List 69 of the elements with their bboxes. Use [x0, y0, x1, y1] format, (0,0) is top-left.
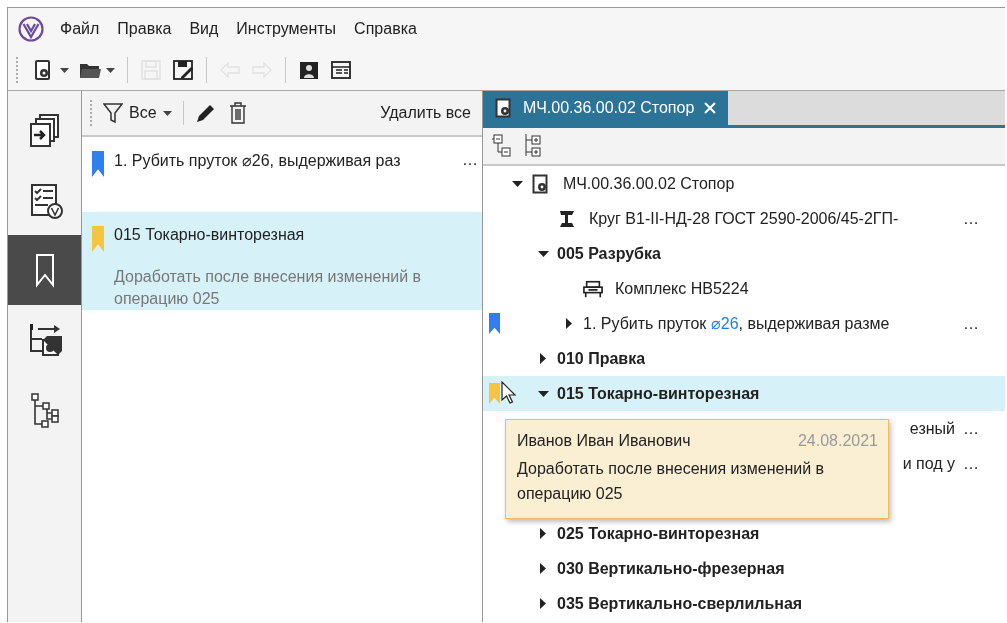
tree-node-label: Круг В1-II-НД-28 ГОСТ 2590-2006/45-2ГП- [589, 209, 899, 228]
tree-row[interactable]: 005 Разрубка [483, 236, 1005, 271]
tree-node-label: 030 Вертикально-фрезерная [557, 559, 785, 578]
caret-icon [60, 67, 69, 73]
tooltip-date: 24.08.2021 [797, 432, 878, 450]
menu-item[interactable]: Справка [352, 18, 419, 40]
tree-row[interactable]: 010 Правка [483, 341, 1005, 376]
collapse-all-icon[interactable] [491, 133, 513, 159]
tree-node-label: 025 Токарно-винторезная [557, 524, 760, 543]
close-icon[interactable] [704, 102, 717, 114]
document-tab[interactable]: МЧ.00.36.00.02 Стопор [483, 91, 729, 125]
beam-icon [557, 208, 577, 229]
tree-node-label: езный [908, 419, 955, 438]
collapse-arrow-icon[interactable] [511, 180, 523, 187]
save-as-icon [172, 59, 194, 81]
tree-node-label: 015 Токарно-винторезная [557, 384, 760, 403]
ellipsis: … [962, 314, 979, 333]
tree-row[interactable]: Комплекс НВ5224 [483, 271, 1005, 306]
expand-arrow-icon[interactable] [540, 598, 546, 609]
note-title: 1. Рубить пруток ⌀26, выдерживая раз [114, 151, 401, 171]
tree-node-label: МЧ.00.36.00.02 Стопор [563, 174, 735, 193]
expand-arrow-icon[interactable] [566, 318, 572, 329]
document-icon [532, 173, 550, 194]
note-item[interactable]: 1. Рубить пруток ⌀26, выдерживая раз … [82, 137, 482, 212]
window-icon [330, 59, 352, 81]
tree-row[interactable]: 015 Токарно-винторезная [483, 376, 1005, 411]
ellipsis: … [962, 209, 979, 228]
document-icon [495, 98, 513, 118]
tree-node-label: Комплекс НВ5224 [615, 279, 749, 298]
ellipsis: … [462, 151, 478, 170]
tooltip-author: Иванов Иван Иванович [517, 432, 691, 450]
note-text: Доработать после внесения изменений в операцию 025 [114, 267, 423, 309]
note-item[interactable]: 015 Токарно-винторезная Доработать после внесения изменений в операцию 025 [82, 212, 482, 310]
tree-row[interactable]: МЧ.00.36.00.02 Стопор [483, 166, 1005, 201]
delete-all-button[interactable]: Удалить все [377, 102, 474, 124]
tree-node-label: 005 Разрубка [557, 244, 661, 263]
menu-item[interactable]: Вид [187, 18, 221, 40]
sidebar-tab[interactable] [8, 235, 81, 305]
mouse-pointer-icon [501, 381, 517, 405]
expand-arrow-icon[interactable] [540, 353, 546, 364]
caret-icon [162, 110, 172, 116]
report-icon [298, 59, 320, 81]
menu-item[interactable]: Инструменты [234, 18, 339, 40]
filter-icon [103, 102, 123, 124]
ellipsis: … [962, 454, 979, 473]
tree-row[interactable]: 025 Токарно-винторезная [483, 516, 1005, 551]
note-title: 015 Токарно-винторезная [114, 226, 305, 245]
collapse-arrow-icon[interactable] [537, 390, 549, 397]
tree-row[interactable]: 035 Вертикально-сверлильная [483, 586, 1005, 621]
collapse-arrow-icon[interactable] [537, 250, 549, 257]
tooltip-text: Доработать после внесения изменений в операцию 025 [517, 459, 826, 504]
pencil-icon [194, 102, 217, 124]
tree-row[interactable]: 1. Рубить пруток ⌀26, выдерживая разме … [483, 306, 1005, 341]
expand-arrow-icon[interactable] [540, 563, 546, 574]
tree-node-label: 035 Вертикально-сверлильная [557, 594, 803, 613]
expand-arrow-icon[interactable] [540, 528, 546, 539]
machine-icon [583, 278, 603, 299]
tree-node-label: 010 Правка [557, 349, 646, 368]
ellipsis: … [962, 419, 979, 438]
tree-node-label: и под у [901, 454, 955, 473]
trash-icon [228, 102, 247, 124]
caret-icon [106, 67, 115, 73]
tree-row[interactable]: Круг В1-II-НД-28 ГОСТ 2590-2006/45-2ГП- … [483, 201, 1005, 236]
menu-item[interactable]: Правка [115, 18, 174, 40]
menu-item[interactable]: Файл [58, 18, 102, 40]
filter-dropdown[interactable]: Все [100, 100, 175, 126]
tree-node-label: 1. Рубить пруток ⌀26, выдерживая разме [583, 314, 890, 333]
app-logo-icon [18, 16, 44, 42]
tree-row[interactable]: 030 Вертикально-фрезерная [483, 551, 1005, 586]
